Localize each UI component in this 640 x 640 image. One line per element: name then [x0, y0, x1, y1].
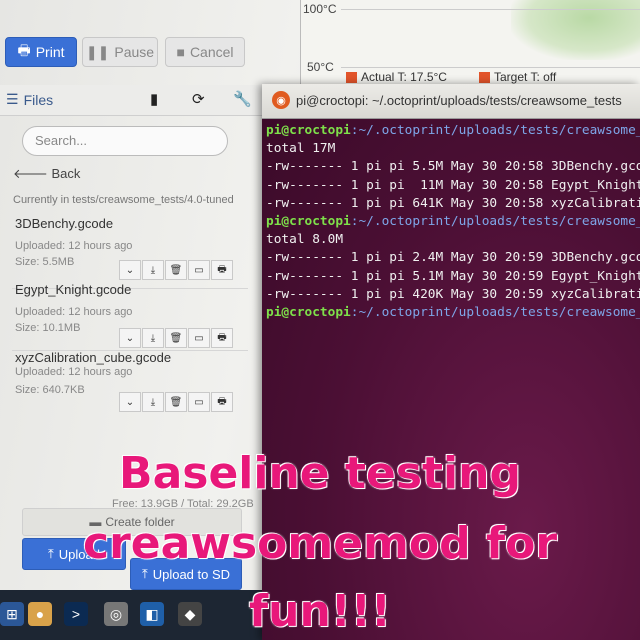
caption-line-3: fun!!!: [249, 586, 391, 637]
graph-tick-100: 100°C: [303, 2, 337, 16]
pause-button[interactable]: ❚❚ Pause: [82, 37, 158, 67]
back-link[interactable]: 🡐 Back: [13, 166, 80, 182]
file-size: Size: 640.7KB: [15, 384, 85, 396]
chevron-down-icon[interactable]: ⌄: [119, 392, 141, 412]
trash-icon[interactable]: 🗑: [165, 328, 187, 348]
files-panel-header: ☰ Files ▮ ⟳ 🔧: [0, 85, 262, 116]
file-item-egypt-knight[interactable]: Egypt_Knight.gcode Uploaded: 12 hours ag…: [12, 282, 248, 352]
prompt-user: pi@croctopi: [266, 123, 351, 138]
cancel-button[interactable]: ■ Cancel: [165, 37, 245, 67]
terminal-line: -rw------- 1 pi pi 5.5M May 30 20:58 3DB…: [266, 159, 640, 175]
graph-gridline: [341, 67, 640, 68]
terminal-title: pi@croctopi: ~/.octoprint/uploads/tests/…: [296, 93, 622, 108]
files-title-label: Files: [23, 91, 54, 108]
file-name: xyzCalibration_cube.gcode: [15, 350, 172, 365]
ubuntu-logo-icon: ◉: [272, 91, 290, 109]
file-uploaded: Uploaded: 12 hours ago: [15, 306, 133, 318]
search-input[interactable]: Search...: [22, 126, 228, 156]
wrench-icon[interactable]: 🔧: [233, 90, 252, 108]
graph-gridline: [341, 9, 640, 10]
refresh-icon[interactable]: ⟳: [192, 90, 205, 108]
download-icon[interactable]: ⤓: [142, 328, 164, 348]
file-uploaded: Uploaded: 12 hours ago: [15, 240, 133, 252]
trash-icon[interactable]: 🗑: [165, 392, 187, 412]
prompt-user: pi@croctopi: [266, 214, 351, 230]
stop-icon: ■: [176, 44, 185, 60]
print-label: Print: [35, 44, 65, 60]
legend-target: Target T: off: [479, 70, 556, 84]
prompt-user: pi@croctopi: [266, 305, 351, 321]
folder-open-icon[interactable]: ▭: [188, 328, 210, 348]
download-icon[interactable]: ⤓: [142, 392, 164, 412]
back-label: Back: [51, 166, 81, 181]
legend-actual-label: Actual T: 17.5°C: [361, 70, 447, 84]
print-file-icon[interactable]: 🖶: [211, 392, 233, 412]
trash-icon[interactable]: 🗑: [165, 260, 187, 280]
arrow-left-icon: 🡐: [13, 166, 48, 181]
file-uploaded: Uploaded: 12 hours ago: [15, 366, 133, 378]
terminal-line: -rw------- 1 pi pi 420K May 30 20:59 xyz…: [266, 286, 640, 302]
caption-line-1: Baseline testing: [119, 448, 521, 499]
print-button[interactable]: 🖶 Print: [5, 37, 77, 67]
terminal-line: pi@croctopi:~/.octoprint/uploads/tests/c…: [266, 304, 640, 322]
chevron-down-icon[interactable]: ⌄: [119, 328, 141, 348]
current-folder: Currently in tests/creawsome_tests/4.0-t…: [13, 194, 234, 206]
terminal-output: pi@croctopi:~/.octoprint/uploads/tests/c…: [266, 122, 640, 322]
file-size: Size: 5.5MB: [15, 256, 75, 268]
file-actions: ⌄ ⤓ 🗑 ▭ 🖶: [119, 392, 234, 412]
pause-label: Pause: [114, 44, 155, 60]
caption-line-2: creawsomemod for: [82, 518, 558, 569]
terminal-line: total 17M: [266, 141, 336, 157]
terminal-line: -rw------- 1 pi pi 2.4M May 30 20:59 3DB…: [266, 250, 640, 266]
new-file-icon[interactable]: ▮: [150, 90, 158, 108]
download-icon[interactable]: ⤓: [142, 260, 164, 280]
file-item-xyz-calibration[interactable]: xyzCalibration_cube.gcode Uploaded: 12 h…: [12, 350, 248, 420]
pause-icon: ❚❚: [85, 43, 110, 60]
file-actions: ⌄ ⤓ 🗑 ▭ 🖶: [119, 328, 234, 348]
terminal-line: pi@croctopi:~/.octoprint/uploads/tests/c…: [266, 213, 640, 231]
terminal-line: -rw------- 1 pi pi 5.1M May 30 20:59 Egy…: [266, 268, 640, 284]
file-name: Egypt_Knight.gcode: [15, 282, 132, 297]
file-item-3dbenchy[interactable]: 3DBenchy.gcode Uploaded: 12 hours ago Si…: [12, 216, 248, 290]
prompt-path: :~/.octoprint/uploads/tests/creawsome_te…: [350, 305, 640, 321]
print-icon: 🖶: [17, 42, 31, 58]
prompt-path: :~/.octoprint/uploads/tests/creawsome_te…: [350, 123, 640, 138]
terminal-line: -rw------- 1 pi pi 641K May 30 20:58 xyz…: [266, 195, 640, 211]
chevron-down-icon[interactable]: ⌄: [119, 260, 141, 280]
terminal-line: total 8.0M: [266, 232, 344, 248]
folder-open-icon[interactable]: ▭: [188, 260, 210, 280]
terminal-titlebar[interactable]: ◉ pi@croctopi: ~/.octoprint/uploads/test…: [262, 84, 640, 119]
legend-swatch-icon: [479, 71, 490, 83]
file-actions: ⌄ ⤓ 🗑 ▭ 🖶: [119, 260, 234, 280]
print-file-icon[interactable]: 🖶: [211, 260, 233, 280]
legend-target-label: Target T: off: [494, 70, 557, 84]
list-icon: ☰: [6, 91, 19, 107]
cancel-label: Cancel: [189, 44, 234, 60]
files-title: ☰ Files: [6, 91, 53, 108]
file-name: 3DBenchy.gcode: [15, 216, 114, 231]
print-file-icon[interactable]: 🖶: [211, 328, 233, 348]
terminal-line: pi@croctopi:~/.octoprint/uploads/tests/c…: [266, 122, 640, 140]
prompt-path: :~/.octoprint/uploads/tests/creawsome_te…: [350, 214, 640, 230]
graph-tick-50: 50°C: [307, 60, 334, 74]
folder-open-icon[interactable]: ▭: [188, 392, 210, 412]
temperature-graph: 100°C 50°C Actual T: 17.5°C Target T: of…: [300, 0, 640, 90]
legend-actual: Actual T: 17.5°C: [346, 70, 447, 84]
file-size: Size: 10.1MB: [15, 322, 81, 334]
terminal-line: -rw------- 1 pi pi 11M May 30 20:58 Egyp…: [266, 177, 640, 193]
legend-swatch-icon: [346, 71, 357, 83]
